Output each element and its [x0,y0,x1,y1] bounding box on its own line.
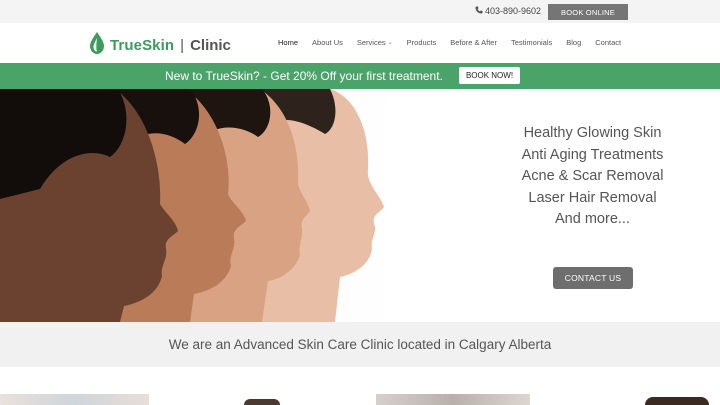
tagline-band: We are an Advanced Skin Care Clinic loca… [0,322,720,367]
hero-section: Healthy Glowing Skin Anti Aging Treatmen… [0,89,720,322]
promo-banner: New to TrueSkin? - Get 20% Off your firs… [0,63,720,89]
nav-label: Contact [595,38,622,47]
nav-label: Home [278,38,299,47]
logo-brand: TrueSkin [110,37,175,54]
thumbnail-row [0,367,720,405]
nav-home[interactable]: Home [278,38,298,47]
nav-contact[interactable]: Contact [595,38,621,47]
nav-blog[interactable]: Blog [566,38,581,47]
nav-label: About Us [312,38,343,47]
thumbnail-image[interactable] [645,397,709,405]
service-item: Healthy Glowing Skin [523,125,662,141]
thumbnail-image[interactable] [376,394,530,405]
nav-label: Testimonials [510,38,553,47]
logo-separator: | [180,37,185,54]
hero-faces-image [0,89,400,322]
nav-services[interactable]: Services ⌄ [357,38,393,47]
services-list: Healthy Glowing Skin Anti Aging Treatmen… [500,123,685,231]
service-item: Acne & Scar Removal [521,168,664,185]
nav-before-after[interactable]: Before & After [450,38,497,47]
site-logo[interactable]: TrueSkin | Clinic [88,31,231,60]
phone-number: 403-890-9602 [485,6,542,16]
site-header: TrueSkin | Clinic Home About Us Services… [0,23,720,63]
nav-label: Products [406,38,437,47]
book-now-button[interactable]: BOOK NOW! [459,67,520,84]
nav-label: Before & After [450,38,497,47]
phone-link[interactable]: 403-890-9602 [475,6,541,16]
book-online-button[interactable]: BOOK ONLINE [548,4,628,20]
tagline-text: We are an Advanced Skin Care Clinic loca… [168,337,552,352]
nav-label: Blog [566,38,582,47]
phone-icon [475,6,483,16]
contact-us-button[interactable]: CONTACT US [553,267,633,289]
logo-suffix: Clinic [190,37,231,54]
service-item: And more... [555,211,630,228]
nav-testimonials[interactable]: Testimonials [511,38,552,47]
promo-text: New to TrueSkin? - Get 20% Off your firs… [165,69,443,83]
top-bar: 403-890-9602 BOOK ONLINE [0,0,720,23]
service-item: Anti Aging Treatments [521,146,664,163]
nav-label: Services [356,38,386,47]
leaf-drop-icon [88,31,106,60]
nav-about-us[interactable]: About Us [312,38,343,47]
service-item: Laser Hair Removal [528,189,657,206]
nav-products[interactable]: Products [407,38,437,47]
thumbnail-image[interactable] [0,394,149,405]
chevron-down-icon: ⌄ [387,40,393,46]
main-nav: Home About Us Services ⌄ Products Before … [278,38,635,47]
thumbnail-image[interactable] [244,399,280,405]
